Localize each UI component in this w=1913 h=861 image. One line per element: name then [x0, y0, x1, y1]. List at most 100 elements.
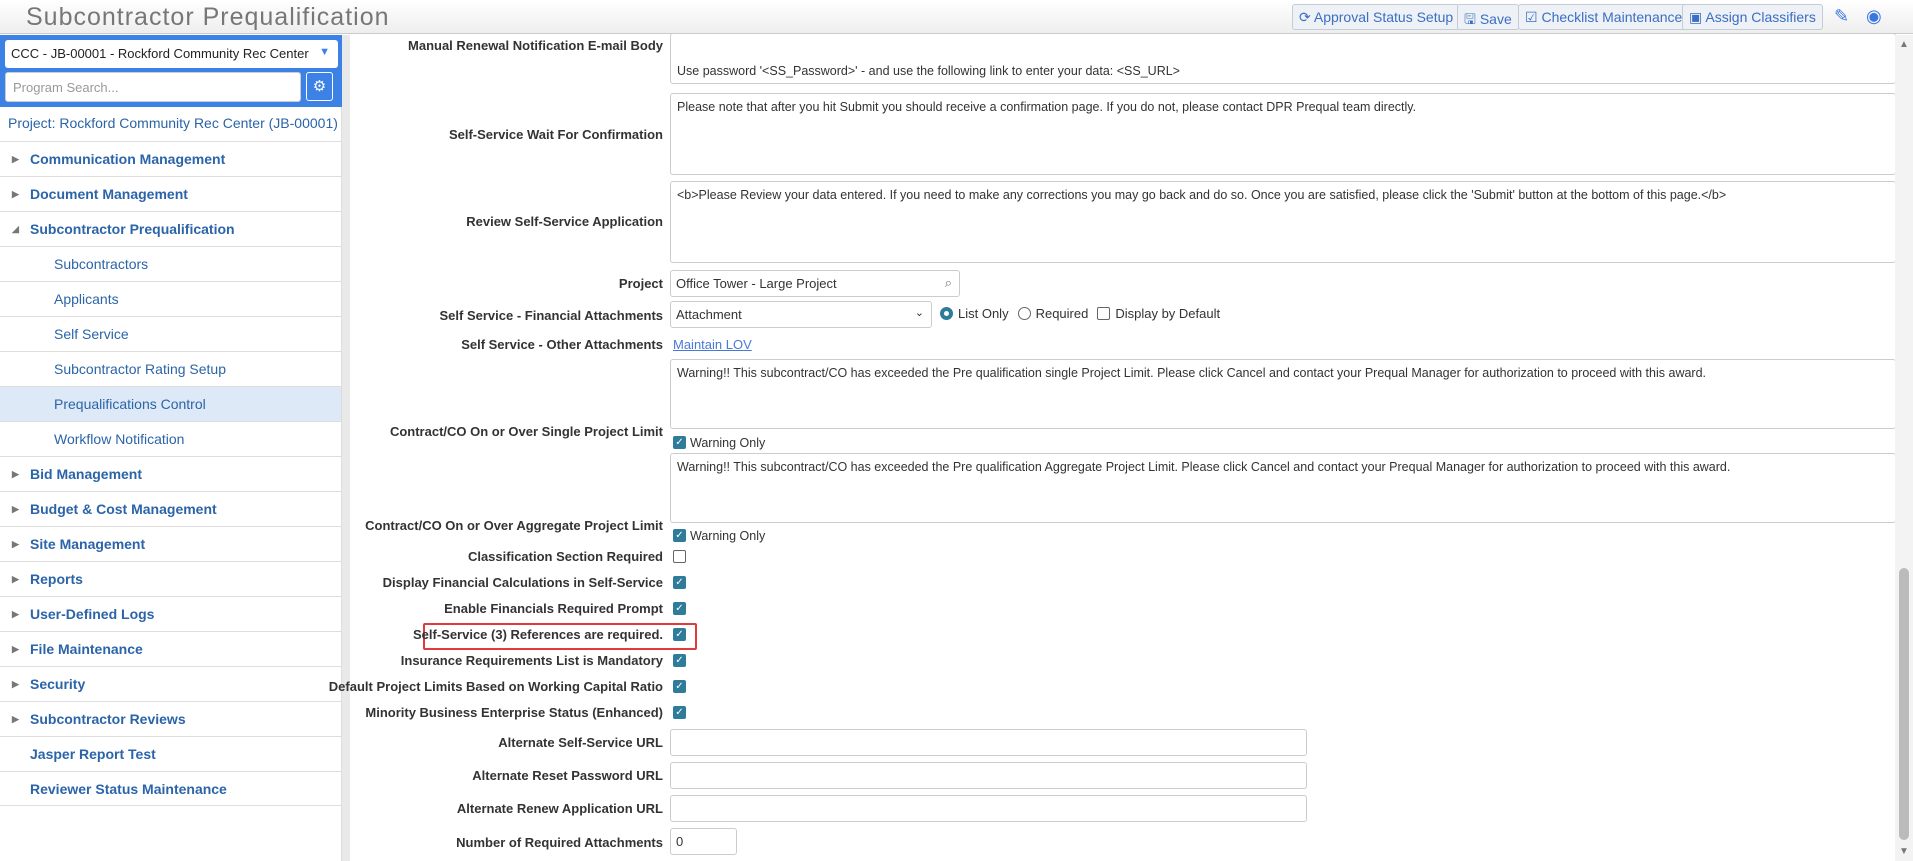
check-label: Self-Service (3) References are required…: [412, 627, 663, 642]
chevron-down-icon: ⌄: [914, 307, 924, 319]
aggregate-limit-textarea[interactable]: Warning!! This subcontract/CO has exceed…: [670, 453, 1896, 523]
caret-right-icon: ▶: [12, 713, 19, 724]
sidebar-item-label: Site Management: [30, 536, 146, 552]
app-header: Subcontractor Prequalification ⟳ Approva…: [0, 0, 1913, 34]
sidebar-item-rating-setup[interactable]: Subcontractor Rating Setup: [0, 351, 341, 386]
gear-icon[interactable]: ⚙: [306, 72, 333, 101]
alt-ss-url-label: Alternate Self-Service URL: [498, 735, 663, 750]
sidebar-item-security[interactable]: ▶ Security: [0, 666, 341, 701]
project-input[interactable]: Office Tower - Large Project ⌕: [670, 270, 960, 297]
manual-renewal-textarea[interactable]: Use password '<SS_Password>' - and use t…: [670, 33, 1896, 84]
caret-right-icon: ▶: [12, 188, 19, 199]
other-attachments-label: Self Service - Other Attachments: [461, 337, 663, 352]
financials-required-prompt-checkbox[interactable]: ✓: [673, 602, 686, 615]
project-label: Project: [618, 276, 663, 291]
sidebar-item-applicants[interactable]: Applicants: [0, 281, 341, 316]
display-by-default-label: Display by Default: [1115, 306, 1221, 321]
classification-required-checkbox[interactable]: [673, 550, 686, 563]
approval-status-setup-button[interactable]: ⟳ Approval Status Setup: [1292, 4, 1461, 30]
approval-label: Approval Status Setup: [1313, 9, 1454, 25]
sidebar-item-communication-management[interactable]: ▶ Communication Management: [0, 141, 341, 176]
app-title: Subcontractor Prequalification: [26, 3, 390, 31]
main-scrollbar[interactable]: ▲ ▼: [1895, 35, 1913, 861]
sidebar-item-label: Budget & Cost Management: [30, 501, 217, 517]
sidebar-item-file-maintenance[interactable]: ▶ File Maintenance: [0, 631, 341, 666]
aggregate-warning-checkbox[interactable]: ✓: [673, 529, 686, 542]
sidebar-item-budget-cost[interactable]: ▶ Budget & Cost Management: [0, 491, 341, 526]
save-button[interactable]: 🖫 Save: [1457, 4, 1519, 30]
alt-reset-url-input[interactable]: [670, 762, 1307, 789]
maintain-lov-link[interactable]: Maintain LOV: [673, 337, 752, 352]
sidebar-item-prequalifications-control[interactable]: Prequalifications Control: [0, 386, 341, 421]
check-label: Classification Section Required: [467, 549, 663, 564]
financial-attachments-select[interactable]: Attachment ⌄: [670, 301, 932, 328]
sidebar-item-reports[interactable]: ▶ Reports: [0, 561, 341, 596]
sidebar-item-site-management[interactable]: ▶ Site Management: [0, 526, 341, 561]
check-label: Enable Financials Required Prompt: [444, 601, 663, 616]
list-only-radio[interactable]: [940, 307, 953, 320]
sidebar-item-label: Bid Management: [30, 466, 143, 482]
wait-confirm-textarea[interactable]: Please note that after you hit Submit yo…: [670, 93, 1896, 175]
caret-right-icon: ▶: [12, 643, 19, 654]
caret-down-icon: ◢: [12, 223, 19, 234]
sidebar-item-document-management[interactable]: ▶ Document Management: [0, 176, 341, 211]
project-select[interactable]: CCC - JB-00001 - Rockford Community Rec …: [5, 40, 338, 68]
sidebar-item-user-defined-logs[interactable]: ▶ User-Defined Logs: [0, 596, 341, 631]
sidebar-item-self-service[interactable]: Self Service: [0, 316, 341, 351]
sidebar-item-label: Reports: [30, 571, 83, 587]
sidebar-item-jasper-report-test[interactable]: Jasper Report Test: [0, 736, 341, 771]
sidebar-item-label: Communication Management: [30, 151, 226, 167]
sidebar-item-label: Security: [30, 676, 86, 692]
caret-right-icon: ▶: [12, 678, 19, 689]
edit-icon[interactable]: ✎: [1834, 6, 1849, 27]
sidebar-item-label: Subcontractor Prequalification: [30, 221, 235, 237]
caret-right-icon: ▶: [12, 608, 19, 619]
scroll-down-icon[interactable]: ▼: [1899, 846, 1909, 857]
sidebar-item-workflow-notification[interactable]: Workflow Notification: [0, 421, 341, 456]
single-limit-textarea[interactable]: Warning!! This subcontract/CO has exceed…: [670, 359, 1896, 429]
display-by-default-checkbox[interactable]: [1097, 307, 1111, 320]
required-radio[interactable]: [1017, 307, 1031, 320]
display-financial-calc-checkbox[interactable]: ✓: [673, 576, 686, 589]
check-label: Display Financial Calculations in Self-S…: [382, 575, 663, 590]
sidebar-item-label: Document Management: [30, 186, 188, 202]
program-search-input[interactable]: Program Search...: [5, 72, 301, 102]
alt-reset-url-label: Alternate Reset Password URL: [472, 768, 663, 783]
checklist-maintenance-button[interactable]: ☑ Checklist Maintenance: [1518, 4, 1690, 30]
sidebar-item-reviewer-status[interactable]: Reviewer Status Maintenance: [0, 771, 341, 806]
manual-renewal-label: Manual Renewal Notification E-mail Body: [408, 38, 663, 53]
references-required-checkbox[interactable]: ✓: [673, 628, 686, 641]
caret-right-icon: ▶: [12, 573, 19, 584]
single-warning-checkbox[interactable]: ✓: [673, 436, 686, 449]
sidebar-item-subcontractor-reviews[interactable]: ▶ Subcontractor Reviews: [0, 701, 341, 736]
alt-ss-url-input[interactable]: [670, 729, 1307, 756]
assign-classifiers-button[interactable]: ▣ Assign Classifiers: [1682, 4, 1823, 30]
check-label: Minority Business Enterprise Status (Enh…: [365, 705, 663, 720]
alt-renew-url-input[interactable]: [670, 795, 1307, 822]
insurance-mandatory-checkbox[interactable]: ✓: [673, 654, 686, 667]
project-link[interactable]: Project: Rockford Community Rec Center (…: [8, 115, 338, 131]
default-project-limits-checkbox[interactable]: ✓: [673, 680, 686, 693]
sidebar-nav: ▶ Communication Management ▶ Document Mana…: [0, 141, 341, 806]
sidebar-item-label: Subcontractor Reviews: [30, 711, 186, 727]
scrollbar-thumb[interactable]: [1899, 568, 1909, 840]
sidebar-item-bid-management[interactable]: ▶ Bid Management: [0, 456, 341, 491]
checklist-label: Checklist Maintenance: [1541, 9, 1683, 25]
review-textarea[interactable]: <b>Please Review your data entered. If y…: [670, 181, 1896, 263]
project-select-value: CCC - JB-00001 - Rockford Community Rec …: [11, 46, 309, 61]
program-selector-panel: CCC - JB-00001 - Rockford Community Rec …: [0, 35, 342, 107]
search-icon[interactable]: ⌕: [945, 275, 952, 291]
minority-business-checkbox[interactable]: ✓: [673, 706, 686, 719]
save-label: Save: [1479, 11, 1512, 27]
sidebar-item-subcontractor-prequalification[interactable]: ◢ Subcontractor Prequalification: [0, 211, 341, 246]
user-profile-icon[interactable]: ◉: [1866, 6, 1882, 27]
chevron-down-icon: ▼: [319, 46, 330, 58]
num-attachments-input[interactable]: 0: [670, 828, 737, 855]
project-value: Office Tower - Large Project: [676, 276, 837, 291]
sidebar-item-subcontractors[interactable]: Subcontractors: [0, 246, 341, 281]
form-panel: Manual Renewal Notification E-mail Body …: [329, 33, 1896, 861]
scroll-up-icon[interactable]: ▲: [1899, 39, 1909, 50]
sidebar-splitter[interactable]: [342, 35, 350, 861]
caret-right-icon: ▶: [12, 503, 19, 514]
wait-confirm-label: Self-Service Wait For Confirmation: [448, 127, 663, 142]
